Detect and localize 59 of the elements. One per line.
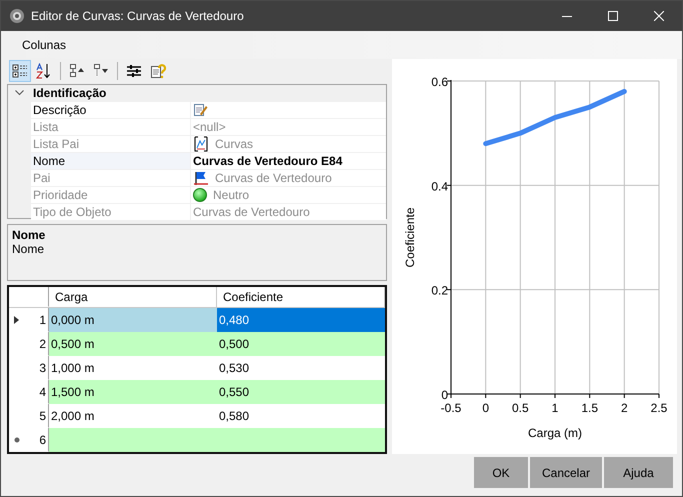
dialog-button[interactable]: Ajuda xyxy=(604,457,673,488)
row-header[interactable]: 5 xyxy=(9,404,49,428)
table-cell[interactable]: 0,580 xyxy=(217,404,385,428)
axis-title: Carga (m) xyxy=(528,426,582,440)
categorized-button[interactable] xyxy=(9,60,31,82)
categorized-icon xyxy=(12,62,28,79)
status-dot-icon xyxy=(193,188,207,202)
tick-label: 0 xyxy=(441,388,448,402)
description-title: Nome xyxy=(12,228,46,242)
tick-label: 2.5 xyxy=(650,401,668,415)
tick-label: 0.5 xyxy=(512,401,529,415)
table-cell[interactable]: 0,000 m xyxy=(49,308,217,332)
tick-label: 0 xyxy=(482,401,489,415)
table-cell[interactable] xyxy=(217,428,385,452)
table-cell[interactable]: 2,000 m xyxy=(49,404,217,428)
window-title: Editor de Curvas: Curvas de Vertedouro xyxy=(31,9,245,23)
menu-item[interactable]: Colunas xyxy=(17,36,72,54)
tick-label: 0.2 xyxy=(431,284,448,298)
app-icon xyxy=(9,8,25,24)
property-value: Curvas de Vertedouro E84 xyxy=(193,154,342,168)
axis-title: Coeficiente xyxy=(403,207,417,268)
property-label[interactable]: Descrição xyxy=(31,102,191,118)
table-cell[interactable]: 0,550 xyxy=(217,380,385,404)
property-value: <null> xyxy=(193,120,226,134)
tick-label: 0.4 xyxy=(431,179,448,194)
dialog-button[interactable]: OK xyxy=(474,457,528,488)
property-value: Neutro xyxy=(213,188,250,202)
sliders-icon xyxy=(126,62,142,79)
table-cell[interactable]: 0,480 xyxy=(217,308,385,332)
tick-label: 1.5 xyxy=(581,401,598,415)
tick-label: 1 xyxy=(552,401,558,415)
tick-label: 2 xyxy=(621,401,628,415)
table-cell[interactable]: 0,500 xyxy=(217,332,385,356)
dialog-button[interactable]: Cancelar xyxy=(530,457,602,488)
description-text: Nome xyxy=(12,242,46,256)
table-cell[interactable]: 0,500 m xyxy=(49,332,217,356)
close-icon xyxy=(654,11,664,21)
column-header[interactable]: Coeficiente xyxy=(217,287,385,307)
help-icon xyxy=(150,62,166,79)
table-cell[interactable]: 1,000 m xyxy=(49,356,217,380)
new-row-icon xyxy=(14,436,20,442)
property-value: Curvas de Vertedouro xyxy=(193,204,310,219)
column-header[interactable]: Carga xyxy=(49,287,217,307)
sort-alphabetical-icon xyxy=(36,62,52,79)
chevron-icon[interactable] xyxy=(15,90,24,96)
tick-label: -0.5 xyxy=(440,401,462,415)
expand-icon xyxy=(69,62,85,79)
maximize-icon xyxy=(608,11,618,21)
table-cell[interactable]: 1,500 m xyxy=(49,380,217,404)
current-row-icon xyxy=(14,316,19,324)
flag-icon xyxy=(193,170,209,186)
table-cell[interactable] xyxy=(49,428,217,452)
table-cell[interactable]: 0,530 xyxy=(217,356,385,380)
row-header[interactable]: 3 xyxy=(9,356,49,380)
tick-label: 0.6 xyxy=(431,75,448,89)
chart-icon xyxy=(193,136,209,152)
property-value: Curvas de Vertedouro xyxy=(215,170,332,185)
property-value: Curvas xyxy=(215,136,254,151)
property-label[interactable]: Nome xyxy=(31,152,191,169)
